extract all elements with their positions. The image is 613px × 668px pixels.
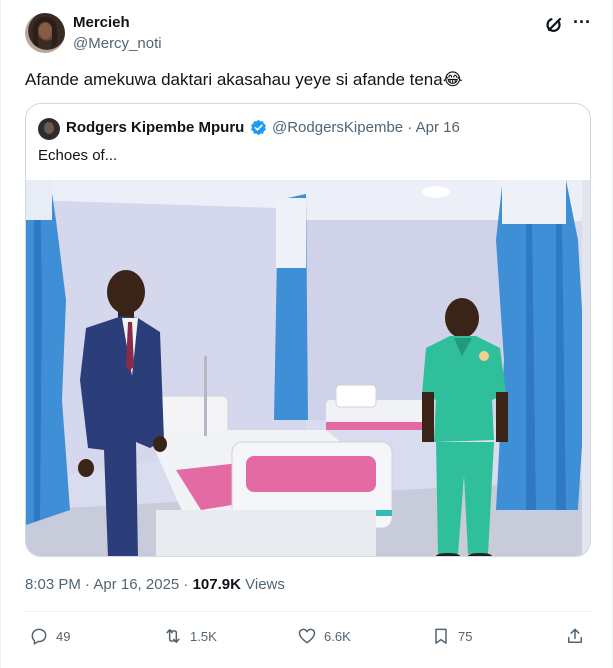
tweet-meta: 8:03 PM · Apr 16, 2025 · 107.9K Views xyxy=(25,576,285,593)
repost-icon xyxy=(166,629,180,643)
bookmark-count: 75 xyxy=(458,628,473,644)
quote-author-name[interactable]: Rodgers Kipembe Mpuru xyxy=(66,119,244,136)
like-button[interactable]: 6.6K xyxy=(297,626,351,646)
quote-handle-date: @RodgersKipembe · Apr 16 xyxy=(272,119,460,136)
author-avatar[interactable] xyxy=(25,13,65,53)
quote-photo[interactable] xyxy=(26,180,591,557)
views-count: 107.9K xyxy=(192,576,241,593)
tweet-card: Mercieh @Mercy_noti ··· Afande amekuwa d… xyxy=(0,0,613,668)
repost-button[interactable]: 1.5K xyxy=(163,626,217,646)
share-button[interactable] xyxy=(565,626,592,646)
author-name[interactable]: Mercieh xyxy=(73,14,130,31)
reply-button[interactable]: 49 xyxy=(29,626,70,646)
like-count: 6.6K xyxy=(324,628,351,644)
share-icon xyxy=(568,628,582,643)
tweet-text: Afande amekuwa daktari akasahau yeye si … xyxy=(25,70,463,89)
divider xyxy=(25,611,590,612)
quote-text: Echoes of... xyxy=(38,147,118,164)
reply-icon xyxy=(31,628,47,645)
bookmark-button[interactable]: 75 xyxy=(431,626,472,646)
bookmark-icon xyxy=(435,628,447,644)
reply-count: 49 xyxy=(56,628,71,644)
repost-count: 1.5K xyxy=(190,628,217,644)
author-handle[interactable]: @Mercy_noti xyxy=(73,35,162,52)
quote-avatar[interactable] xyxy=(38,118,60,140)
quoted-tweet[interactable]: Rodgers Kipembe Mpuru @RodgersKipembe · … xyxy=(25,103,591,557)
verified-icon xyxy=(251,119,266,136)
grok-icon[interactable] xyxy=(545,15,565,35)
views-label: Views xyxy=(240,576,285,593)
like-icon xyxy=(298,628,316,644)
avatar-face xyxy=(39,23,52,39)
more-icon[interactable]: ··· xyxy=(573,13,591,31)
timestamp[interactable]: 8:03 PM · Apr 16, 2025 · xyxy=(25,576,193,593)
